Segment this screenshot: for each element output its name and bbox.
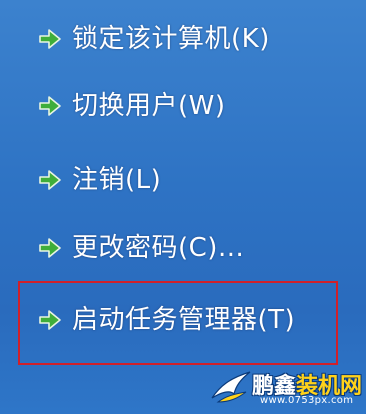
menu-item-switch-user[interactable]: 切换用户(W)	[38, 86, 226, 126]
menu-item-label: 锁定该计算机(K)	[72, 24, 270, 54]
watermark-url: www.0753px.com	[260, 395, 354, 406]
secure-attention-menu: 锁定该计算机(K) 切换用户(W) 注销(L) 更改密码(C)... 启动任务管…	[0, 0, 366, 414]
green-arrow-icon	[39, 170, 61, 190]
green-arrow-icon	[39, 96, 61, 116]
green-arrow-icon	[39, 310, 61, 330]
site-watermark: 鹏鑫装机网 www.0753px.com	[210, 366, 362, 410]
menu-item-start-task-manager[interactable]: 启动任务管理器(T)	[38, 300, 295, 340]
menu-item-label: 启动任务管理器(T)	[72, 305, 296, 335]
menu-item-label: 切换用户(W)	[72, 91, 226, 121]
menu-item-lock-computer[interactable]: 锁定该计算机(K)	[38, 19, 270, 59]
menu-item-label: 注销(L)	[72, 165, 162, 195]
menu-item-change-password[interactable]: 更改密码(C)...	[38, 228, 244, 268]
bird-logo-icon	[211, 371, 251, 403]
menu-item-log-off[interactable]: 注销(L)	[38, 160, 161, 200]
green-arrow-icon	[39, 29, 61, 49]
menu-item-label: 更改密码(C)...	[72, 233, 245, 263]
green-arrow-icon	[39, 238, 61, 258]
